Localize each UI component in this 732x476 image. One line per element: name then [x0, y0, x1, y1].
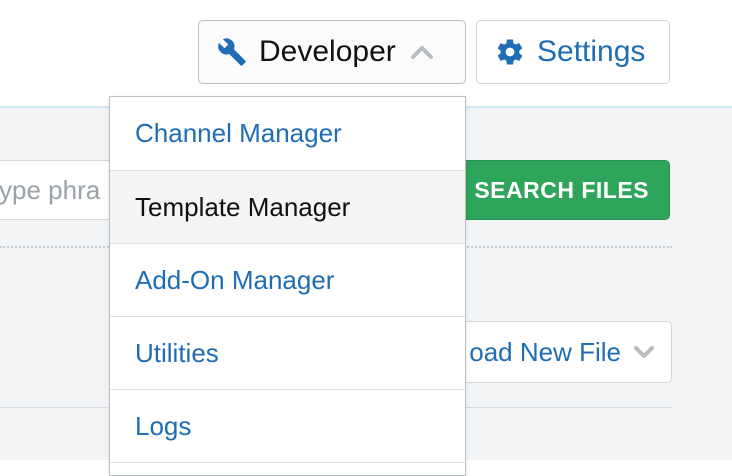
- chevron-down-icon: [633, 345, 655, 359]
- search-files-button[interactable]: SEARCH FILES: [448, 160, 670, 220]
- developer-button-label: Developer: [259, 35, 396, 68]
- developer-menu-button[interactable]: Developer: [198, 20, 466, 84]
- search-input[interactable]: [0, 160, 120, 220]
- menu-item-utilities[interactable]: Utilities: [110, 317, 465, 390]
- menu-item-label: Logs: [135, 410, 192, 441]
- search-files-label: SEARCH FILES: [474, 176, 649, 203]
- upload-button-label: oad New File: [469, 336, 621, 367]
- menu-item-template-manager[interactable]: Template Manager: [110, 171, 465, 244]
- menu-item-add-on-manager[interactable]: Add-On Manager: [110, 244, 465, 317]
- menu-item-logs[interactable]: Logs: [110, 390, 465, 463]
- menu-item-label: Channel Manager: [135, 118, 342, 148]
- developer-dropdown-menu: Channel Manager Template Manager Add-On …: [109, 96, 466, 476]
- menu-item-channel-manager[interactable]: Channel Manager: [110, 97, 465, 171]
- gear-icon: [495, 37, 525, 67]
- chevron-up-icon: [410, 44, 434, 60]
- settings-button[interactable]: Settings: [476, 20, 670, 84]
- menu-item-label: Utilities: [135, 337, 219, 368]
- settings-button-label: Settings: [537, 35, 646, 68]
- menu-item-label: Add-On Manager: [135, 264, 335, 295]
- menu-item-label: Template Manager: [135, 191, 351, 222]
- wrench-icon: [217, 37, 247, 67]
